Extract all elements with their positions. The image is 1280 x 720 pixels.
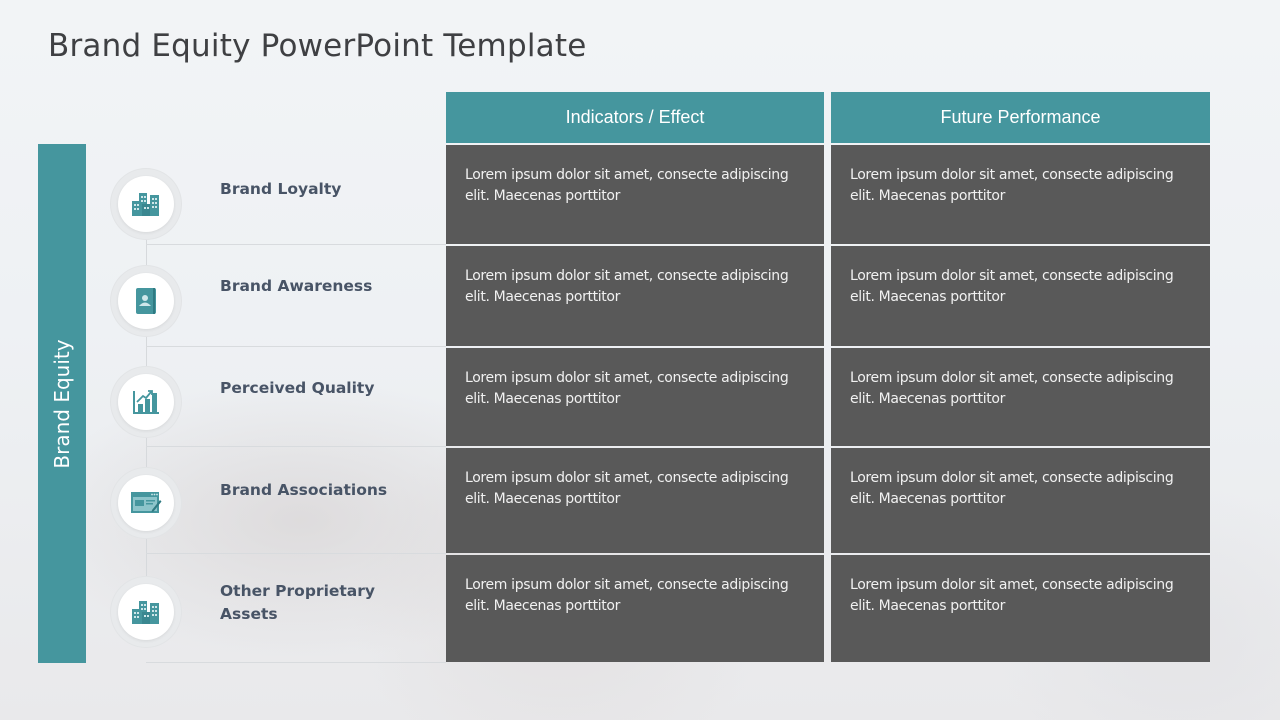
cell-indicators-brand-associations: Lorem ipsum dolor sit amet, consecte adi… <box>446 448 824 553</box>
slide-title: Brand Equity PowerPoint Template <box>48 28 587 64</box>
cell-text: Lorem ipsum dolor sit amet, consecte adi… <box>850 577 1174 614</box>
row-divider <box>146 244 446 245</box>
cell-indicators-brand-loyalty: Lorem ipsum dolor sit amet, consecte adi… <box>446 145 824 244</box>
row-icon-badge <box>111 577 181 647</box>
cell-text: Lorem ipsum dolor sit amet, consecte adi… <box>465 167 789 204</box>
cell-text: Lorem ipsum dolor sit amet, consecte adi… <box>465 370 789 407</box>
browser-edit-icon <box>131 492 162 513</box>
cell-future-perceived-quality: Lorem ipsum dolor sit amet, consecte adi… <box>831 348 1210 446</box>
cell-text: Lorem ipsum dolor sit amet, consecte adi… <box>850 268 1174 305</box>
column-header-future-performance: Future Performance <box>831 92 1210 143</box>
cell-future-brand-loyalty: Lorem ipsum dolor sit amet, consecte adi… <box>831 145 1210 244</box>
row-label-brand-awareness: Brand Awareness <box>220 277 373 295</box>
row-icon-badge <box>111 367 181 437</box>
cell-text: Lorem ipsum dolor sit amet, consecte adi… <box>850 370 1174 407</box>
row-icon-badge <box>111 169 181 239</box>
row-icon-badge <box>111 468 181 538</box>
cell-indicators-brand-awareness: Lorem ipsum dolor sit amet, consecte adi… <box>446 246 824 346</box>
row-divider <box>146 446 446 447</box>
cell-future-other-proprietary-assets: Lorem ipsum dolor sit amet, consecte adi… <box>831 555 1210 662</box>
cell-text: Lorem ipsum dolor sit amet, consecte adi… <box>850 167 1174 204</box>
buildings-icon <box>132 601 159 624</box>
cell-text: Lorem ipsum dolor sit amet, consecte adi… <box>465 577 789 614</box>
cell-future-brand-awareness: Lorem ipsum dolor sit amet, consecte adi… <box>831 246 1210 346</box>
buildings-icon <box>132 193 159 216</box>
row-divider <box>146 662 446 663</box>
row-label-other-proprietary-assets: Other Proprietary Assets <box>220 582 376 623</box>
brand-equity-sidebar: Brand Equity <box>38 144 86 663</box>
cell-text: Lorem ipsum dolor sit amet, consecte adi… <box>465 268 789 305</box>
row-divider <box>146 346 446 347</box>
cell-indicators-other-proprietary-assets: Lorem ipsum dolor sit amet, consecte adi… <box>446 555 824 662</box>
sidebar-label: Brand Equity <box>50 338 74 469</box>
row-label-brand-loyalty: Brand Loyalty <box>220 180 342 198</box>
column-header-indicators: Indicators / Effect <box>446 92 824 143</box>
row-label-perceived-quality: Perceived Quality <box>220 379 375 397</box>
cell-text: Lorem ipsum dolor sit amet, consecte adi… <box>850 470 1174 507</box>
cell-indicators-perceived-quality: Lorem ipsum dolor sit amet, consecte adi… <box>446 348 824 446</box>
row-divider <box>146 553 446 554</box>
growth-chart-icon <box>133 390 159 414</box>
contact-book-icon <box>136 288 156 314</box>
cell-text: Lorem ipsum dolor sit amet, consecte adi… <box>465 470 789 507</box>
row-icon-badge <box>111 266 181 336</box>
cell-future-brand-associations: Lorem ipsum dolor sit amet, consecte adi… <box>831 448 1210 553</box>
row-label-brand-associations: Brand Associations <box>220 481 388 499</box>
